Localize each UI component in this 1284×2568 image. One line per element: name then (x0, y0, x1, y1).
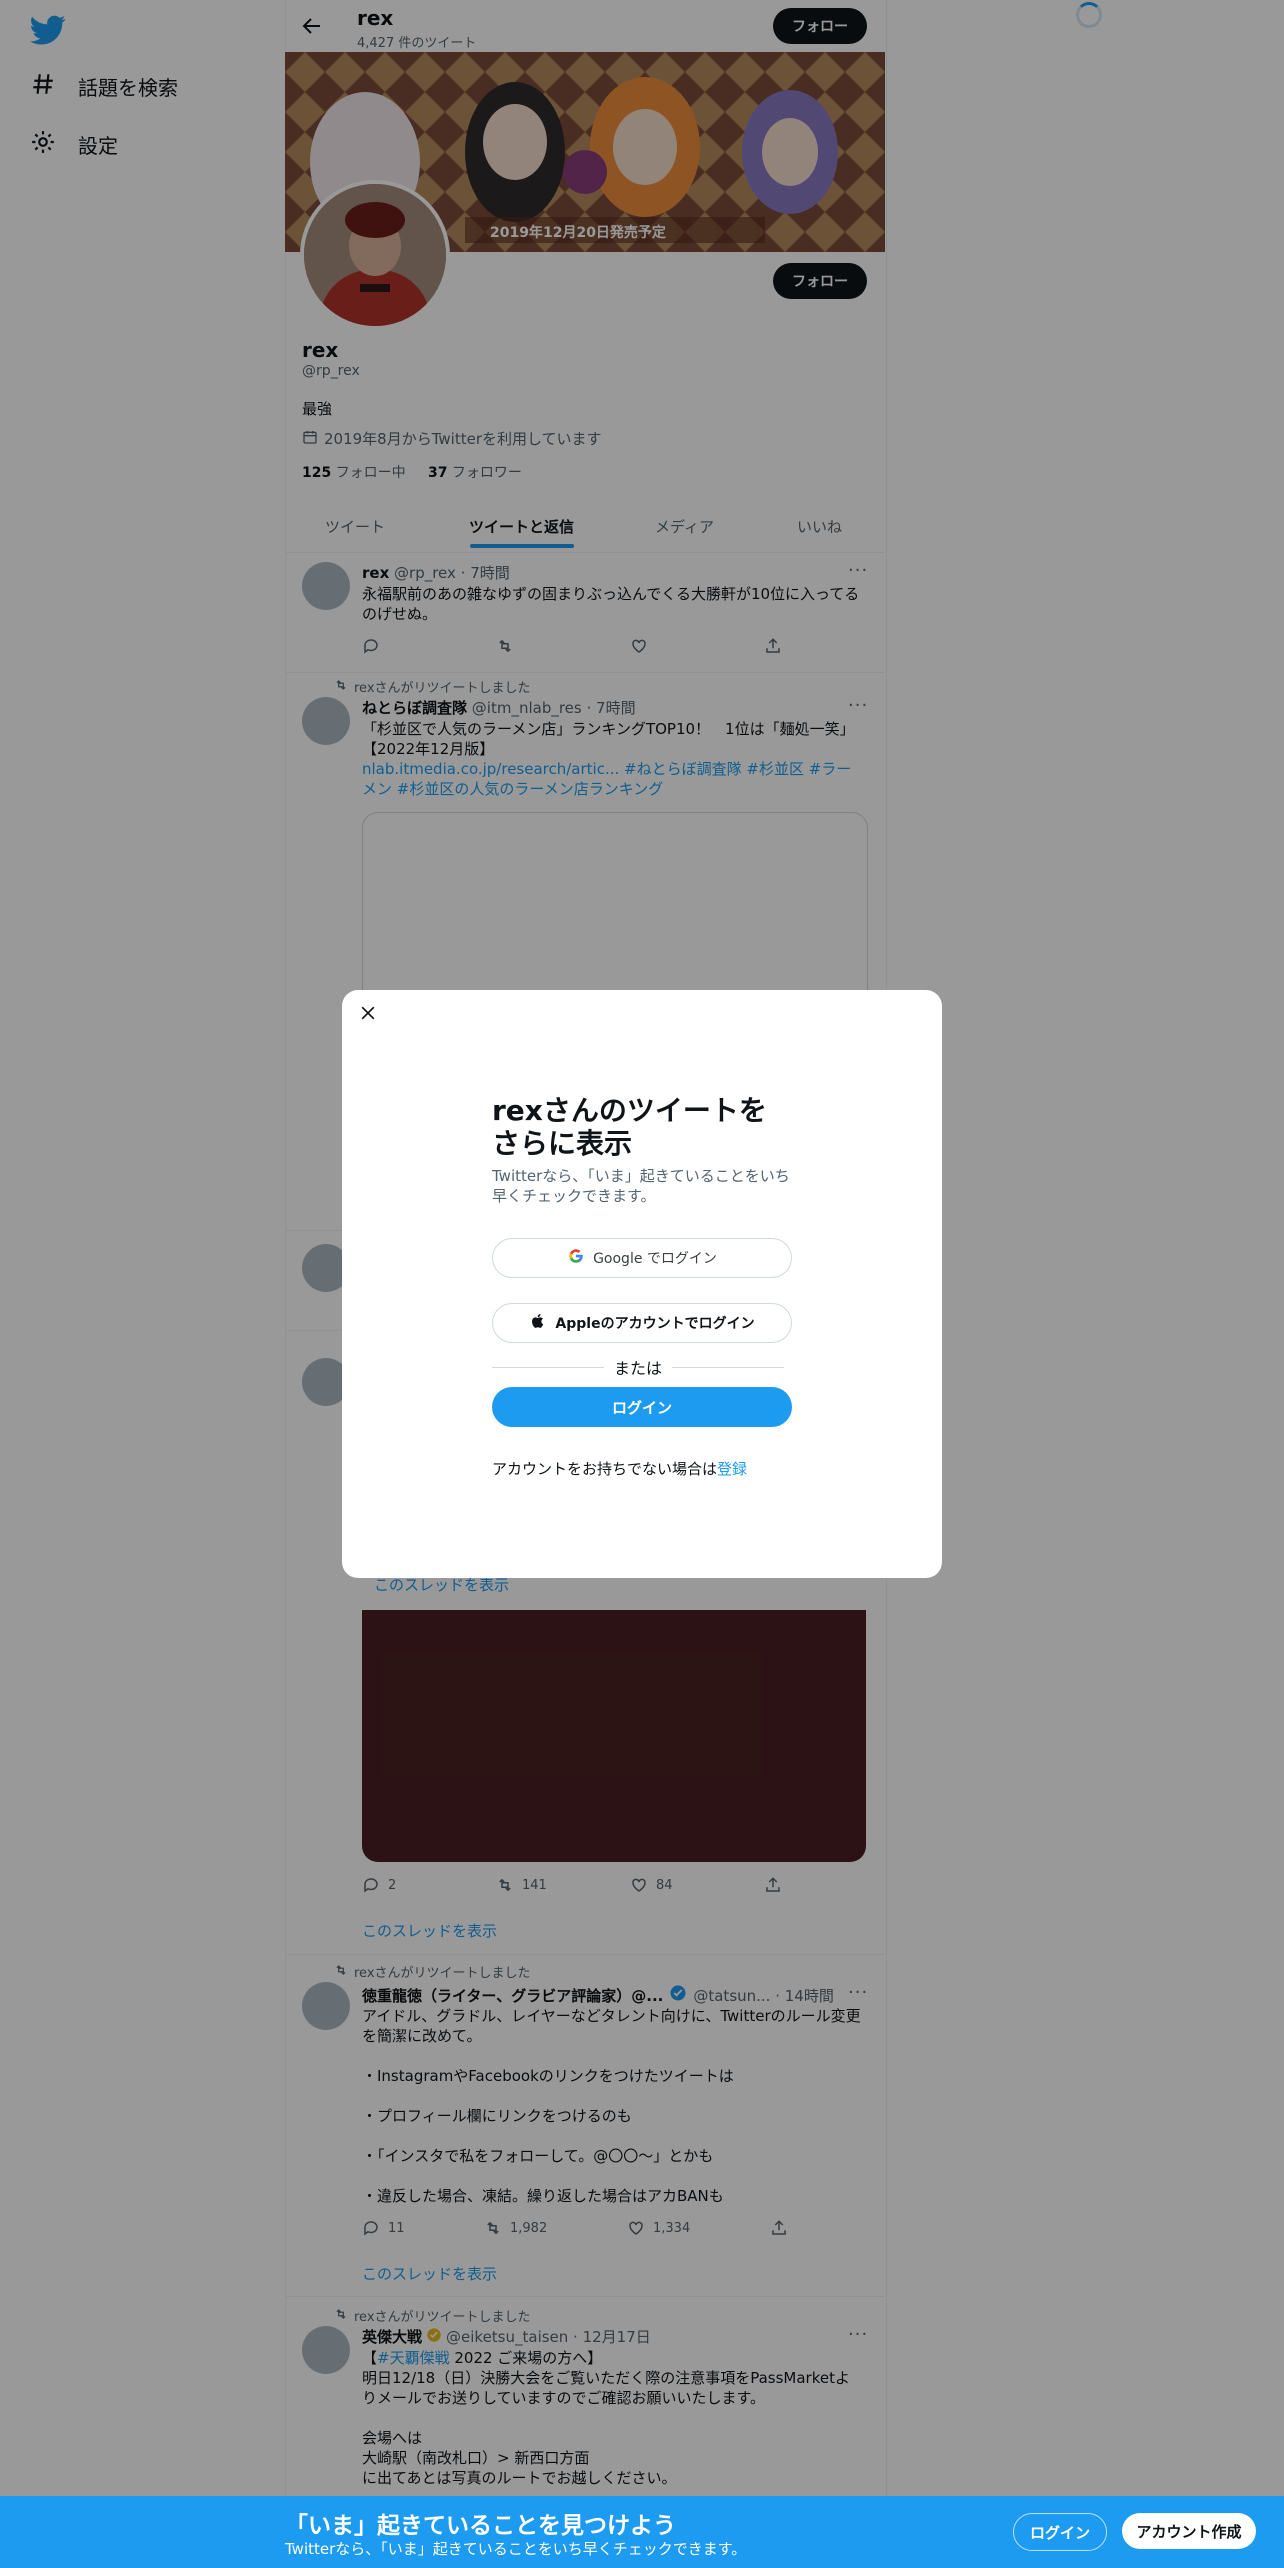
bottom-bar-subtitle: Twitterなら、「いま」起きていることをいち早くチェックできます。 (285, 2540, 747, 2558)
google-icon (567, 1247, 585, 1269)
apple-login-button[interactable]: Appleのアカウントでログイン (492, 1303, 792, 1343)
bottom-bar-title: 「いま」起きていることを見つけよう (285, 2513, 676, 2539)
apple-icon (529, 1312, 547, 1334)
signup-prompt: アカウントをお持ちでない場合は登録 (492, 1458, 747, 1479)
divider-line (492, 1366, 604, 1368)
or-divider: または (492, 1355, 785, 1379)
modal-subtitle: Twitterなら、「いま」起きていることをいち早くチェックできます。 (492, 1167, 790, 1205)
modal-title: rexさんのツイートをさらに表示 (492, 1094, 767, 1160)
apple-login-label: Appleのアカウントでログイン (555, 1316, 755, 1332)
google-login-button[interactable]: Google でログイン (492, 1238, 792, 1278)
signup-link[interactable]: 登録 (717, 1460, 747, 1478)
google-login-label: Google でログイン (593, 1251, 717, 1267)
or-label: または (614, 1359, 663, 1378)
login-modal (342, 990, 942, 1578)
close-icon[interactable] (358, 1003, 378, 1023)
bottom-login-button[interactable]: ログイン (1013, 2513, 1107, 2551)
login-button[interactable]: ログイン (492, 1387, 792, 1427)
bottom-signup-button[interactable]: アカウント作成 (1122, 2513, 1256, 2549)
no-account-text: アカウントをお持ちでない場合は (492, 1460, 718, 1478)
divider-line (672, 1366, 785, 1368)
